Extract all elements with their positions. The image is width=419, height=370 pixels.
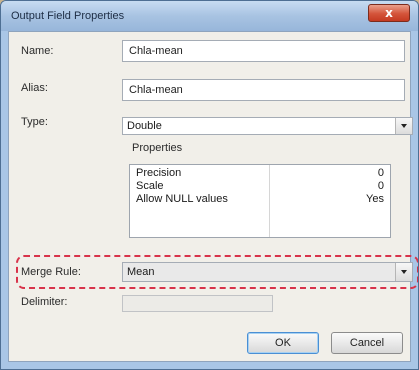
merge-rule-highlight (16, 255, 418, 289)
property-row[interactable]: Precision 0 (130, 167, 390, 180)
property-value[interactable]: 0 (378, 167, 384, 179)
ok-button[interactable]: OK (247, 332, 319, 354)
alias-label: Alias: (21, 82, 48, 94)
dialog-title: Output Field Properties (11, 10, 125, 22)
delimiter-input[interactable] (122, 295, 273, 312)
property-name: Scale (136, 180, 164, 192)
name-label: Name: (21, 45, 54, 57)
property-value[interactable]: Yes (366, 193, 384, 205)
properties-heading: Properties (132, 142, 183, 154)
property-name: Precision (136, 167, 182, 179)
dialog-body: Name: Chla-mean Alias: Chla-mean Type: D… (8, 31, 418, 362)
title-bar[interactable]: Output Field Properties x (1, 1, 418, 31)
close-button[interactable]: x (368, 4, 410, 22)
type-dropdown[interactable]: Double (122, 117, 413, 135)
type-label: Type: (21, 116, 48, 128)
property-row[interactable]: Scale 0 (130, 180, 390, 193)
property-name: Allow NULL values (136, 193, 228, 205)
property-row[interactable]: Allow NULL values Yes (130, 193, 390, 206)
alias-input[interactable]: Chla-mean (122, 79, 405, 101)
type-dropdown-toggle[interactable] (395, 118, 412, 134)
name-input[interactable]: Chla-mean (122, 40, 405, 62)
chevron-down-icon (401, 124, 407, 128)
dialog-window: Output Field Properties x Name: Chla-mea… (0, 0, 419, 370)
properties-grid: Precision 0 Scale 0 Allow NULL values Ye… (129, 164, 391, 238)
close-icon: x (385, 6, 393, 20)
cancel-button[interactable]: Cancel (331, 332, 403, 354)
delimiter-label: Delimiter: (21, 296, 68, 308)
type-selected-value: Double (127, 120, 162, 132)
property-value[interactable]: 0 (378, 180, 384, 192)
